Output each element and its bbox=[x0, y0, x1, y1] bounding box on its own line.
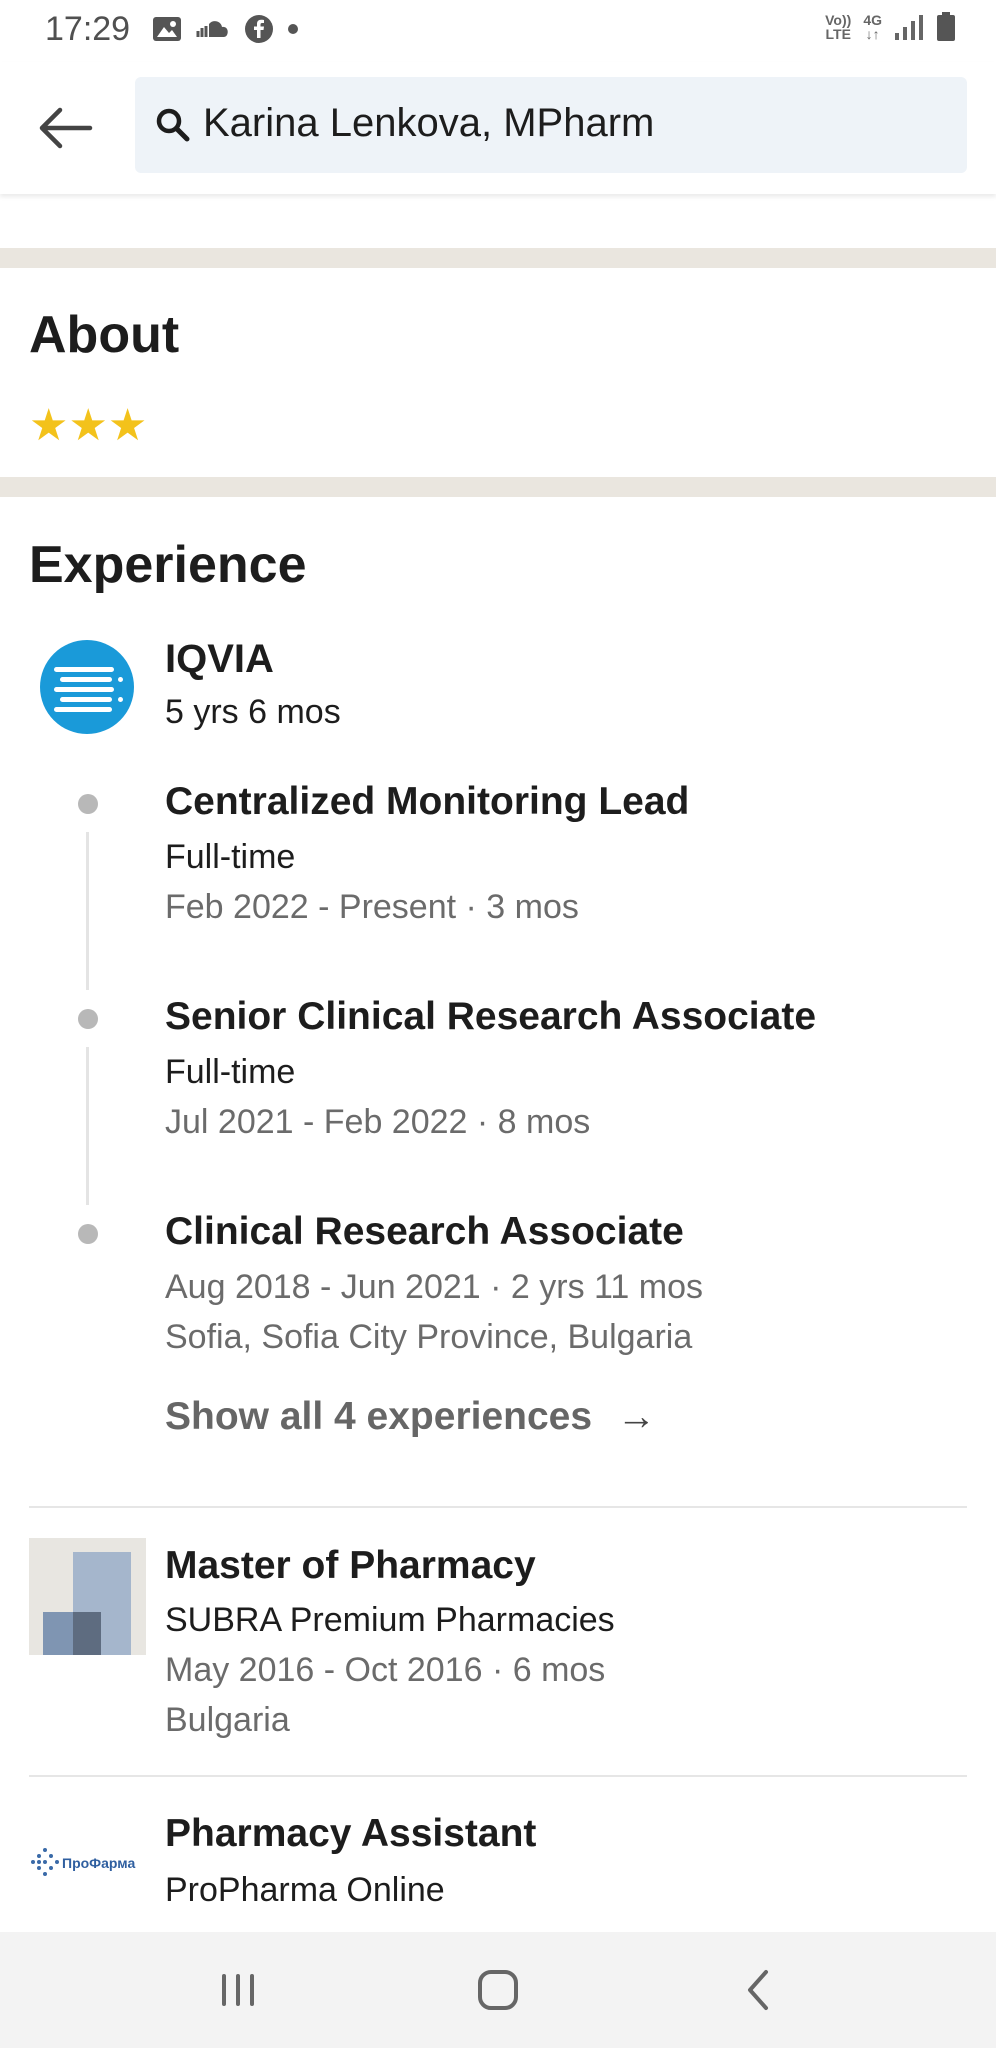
arrow-left-icon bbox=[39, 107, 93, 149]
recent-apps-button[interactable] bbox=[208, 1962, 268, 2018]
4g-icon: 4G ↓↑ bbox=[863, 12, 882, 42]
battery-icon bbox=[937, 12, 955, 41]
position-dates: May 2016 - Oct 2016 · 6 mos bbox=[165, 1651, 606, 1689]
timeline-dot bbox=[78, 1009, 98, 1029]
about-title: About bbox=[29, 306, 180, 364]
back-icon bbox=[748, 1970, 768, 2010]
profarma-logo-text: ПроФарма bbox=[62, 1855, 135, 1871]
profarma-logo[interactable]: ПроФарма bbox=[29, 1840, 146, 1890]
role-dates: Jul 2021 - Feb 2022 · 8 mos bbox=[165, 1103, 591, 1141]
recent-apps-icon bbox=[222, 1974, 254, 2006]
timeline-line bbox=[86, 1047, 89, 1205]
home-button[interactable] bbox=[468, 1962, 528, 2018]
subra-logo-mark bbox=[29, 1538, 146, 1655]
role-title[interactable]: Clinical Research Associate bbox=[165, 1210, 684, 1254]
timeline-line bbox=[86, 832, 89, 990]
iqvia-logo-mark bbox=[54, 667, 123, 712]
role-location: Sofia, Sofia City Province, Bulgaria bbox=[165, 1318, 693, 1356]
subra-logo[interactable] bbox=[29, 1538, 146, 1655]
role-dates: Aug 2018 - Jun 2021 · 2 yrs 11 mos bbox=[165, 1268, 704, 1306]
about-stars: ★★★ bbox=[29, 401, 148, 450]
image-icon bbox=[153, 17, 181, 41]
company-name[interactable]: IQVIA bbox=[165, 637, 274, 682]
facebook-icon bbox=[245, 15, 273, 43]
role-title[interactable]: Centralized Monitoring Lead bbox=[165, 780, 689, 824]
status-time: 17:29 bbox=[45, 10, 131, 48]
signal-icon bbox=[895, 15, 923, 40]
position-title[interactable]: Master of Pharmacy bbox=[165, 1544, 536, 1588]
iqvia-logo[interactable] bbox=[40, 640, 134, 734]
home-icon bbox=[478, 1970, 518, 2010]
divider bbox=[29, 1775, 967, 1777]
position-location: Bulgaria bbox=[165, 1701, 290, 1739]
search-icon bbox=[156, 108, 190, 142]
search-header: Karina Lenkova, MPharm bbox=[0, 62, 996, 194]
notification-icons bbox=[152, 14, 298, 44]
search-input[interactable]: Karina Lenkova, MPharm bbox=[135, 77, 967, 173]
search-value: Karina Lenkova, MPharm bbox=[203, 101, 655, 145]
profarma-logo-mark: ПроФарма bbox=[31, 1848, 135, 1876]
android-nav-bar bbox=[0, 1932, 996, 2048]
role-type: Full-time bbox=[165, 1053, 296, 1091]
position-company: SUBRA Premium Pharmacies bbox=[165, 1601, 615, 1639]
company-duration: 5 yrs 6 mos bbox=[165, 693, 341, 731]
volte-icon: Vo)) LTE bbox=[825, 12, 852, 42]
role-title[interactable]: Senior Clinical Research Associate bbox=[165, 995, 816, 1039]
position-company: ProPharma Online bbox=[165, 1871, 445, 1909]
arrow-right-icon: → bbox=[616, 1395, 656, 1438]
soundcloud-icon bbox=[196, 21, 228, 37]
dot-icon bbox=[288, 24, 298, 34]
back-button[interactable] bbox=[34, 100, 98, 156]
position-title[interactable]: Pharmacy Assistant bbox=[165, 1812, 536, 1856]
timeline-dot bbox=[78, 794, 98, 814]
experience-title: Experience bbox=[29, 536, 307, 594]
nav-back-button[interactable] bbox=[728, 1962, 788, 2018]
show-all-label: Show all 4 experiences bbox=[165, 1395, 593, 1438]
role-dates: Feb 2022 - Present · 3 mos bbox=[165, 888, 579, 926]
role-type: Full-time bbox=[165, 838, 296, 876]
system-status-icons: Vo)) LTE 4G ↓↑ bbox=[825, 12, 956, 42]
status-bar: 17:29 Vo)) LTE 4G ↓↑ bbox=[0, 0, 996, 62]
section-divider bbox=[0, 477, 996, 497]
timeline-dot bbox=[78, 1224, 98, 1244]
divider bbox=[29, 1506, 967, 1508]
section-divider bbox=[0, 248, 996, 268]
show-all-experiences-button[interactable]: Show all 4 experiences → bbox=[165, 1395, 656, 1439]
